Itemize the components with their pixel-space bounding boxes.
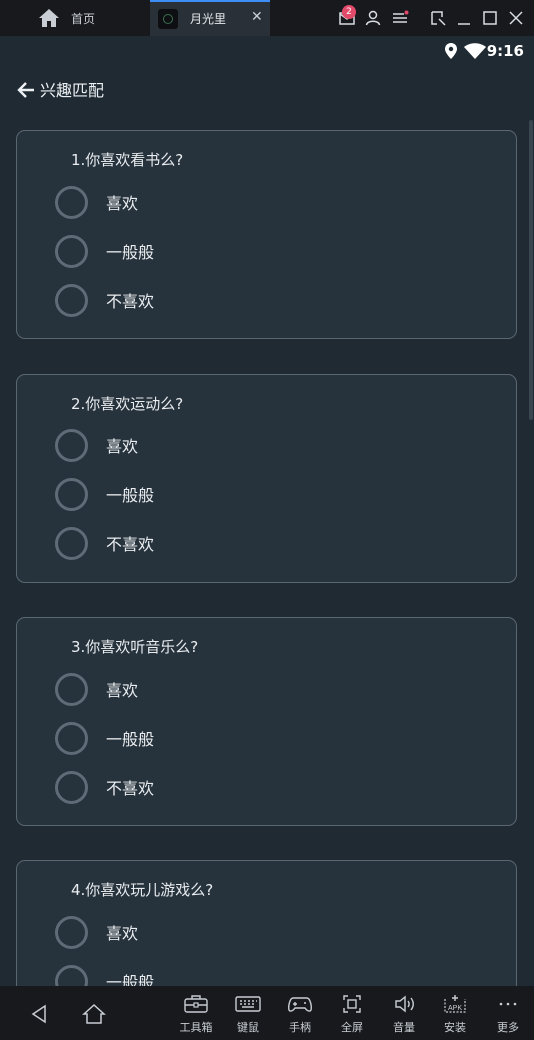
mail-badge: 2 [342,5,356,19]
page-title: 兴趣匹配 [40,81,105,100]
radio-button[interactable] [55,964,88,986]
more-label: 更多 [497,1021,519,1034]
location-icon [445,43,457,59]
option-label: 不喜欢 [106,292,155,311]
option-label: 喜欢 [106,681,139,700]
option-dislike[interactable]: 不喜欢 [55,769,455,805]
volume-button[interactable]: 音量 [382,994,426,1038]
gamepad-button[interactable]: 手柄 [278,994,322,1038]
fullscreen-button[interactable]: 全屏 [330,994,374,1038]
emulator-title-bar: 首页 月光里 ✕ 2 [0,0,534,36]
option-label: 喜欢 [106,924,139,943]
option-dislike[interactable]: 不喜欢 [55,525,455,561]
app-header: 兴趣匹配 [0,66,534,112]
nav-back-icon[interactable] [30,1004,48,1024]
emulator-toolbar: 工具箱 键鼠 手柄 全屏 音量 APK 安装 更多 [0,986,534,1040]
option-label: 一般般 [106,486,155,505]
option-label: 不喜欢 [106,779,155,798]
option-label: 喜欢 [106,437,139,456]
option-label: 一般般 [106,730,155,749]
radio-button[interactable] [55,477,88,511]
screenshot-icon[interactable] [429,9,447,27]
user-icon[interactable] [364,9,382,27]
more-icon [499,1002,517,1006]
question-card-4: 4.你喜欢玩儿游戏么? 喜欢 一般般 [16,860,517,986]
keyboard-label: 键鼠 [237,1021,259,1034]
option-label: 不喜欢 [106,535,155,554]
radio-button[interactable] [55,234,88,268]
apk-install-icon: APK [444,995,466,1013]
more-button[interactable]: 更多 [486,994,530,1038]
svg-text:APK: APK [448,1005,462,1012]
tab-app[interactable]: 月光里 ✕ [150,0,270,36]
gamepad-label: 手柄 [289,1021,311,1034]
gamepad-icon [288,997,312,1012]
question-card-3: 3.你喜欢听音乐么? 喜欢 一般般 不喜欢 [16,617,517,826]
volume-icon [395,995,414,1013]
radio-button[interactable] [55,915,88,949]
close-window-icon[interactable] [507,9,525,27]
menu-icon[interactable] [391,9,409,27]
home-icon [39,9,59,27]
option-like[interactable]: 喜欢 [55,914,455,950]
toolbox-icon [184,995,208,1013]
minimize-icon[interactable] [455,9,473,27]
back-arrow-icon[interactable] [16,80,36,100]
question-title: 3.你喜欢听音乐么? [71,638,199,656]
option-like[interactable]: 喜欢 [55,427,455,463]
radio-button[interactable] [55,770,88,804]
radio-button[interactable] [55,672,88,706]
option-label: 喜欢 [106,194,139,213]
question-card-1: 1.你喜欢看书么? 喜欢 一般般 不喜欢 [16,130,517,339]
tab-app-label: 月光里 [190,12,227,26]
volume-label: 音量 [393,1021,415,1034]
option-like[interactable]: 喜欢 [55,671,455,707]
status-bar: 9:16 [0,36,534,66]
option-neutral[interactable]: 一般般 [55,233,455,269]
option-label: 一般般 [106,973,155,986]
option-dislike[interactable]: 不喜欢 [55,282,455,318]
tab-home[interactable]: 首页 [0,0,150,36]
option-neutral[interactable]: 一般般 [55,720,455,756]
toolbox-button[interactable]: 工具箱 [174,994,218,1038]
tab-close-icon[interactable]: ✕ [251,9,263,25]
app-logo-icon [158,9,178,29]
option-like[interactable]: 喜欢 [55,184,455,220]
option-neutral[interactable]: 一般般 [55,476,455,512]
question-card-2: 2.你喜欢运动么? 喜欢 一般般 不喜欢 [16,374,517,583]
scrollbar-thumb[interactable] [529,120,533,420]
radio-button[interactable] [55,283,88,317]
radio-button[interactable] [55,185,88,219]
install-apk-button[interactable]: APK 安装 [433,994,477,1038]
option-label: 一般般 [106,243,155,262]
questions-list[interactable]: 1.你喜欢看书么? 喜欢 一般般 不喜欢 2.你喜欢运动么? 喜欢 一般般 不喜… [0,112,534,986]
keyboard-icon [235,996,261,1012]
question-title: 1.你喜欢看书么? [71,151,184,169]
radio-button[interactable] [55,428,88,462]
radio-button[interactable] [55,526,88,560]
option-neutral[interactable]: 一般般 [55,963,455,986]
fullscreen-icon [343,995,361,1013]
tab-home-label: 首页 [71,12,96,26]
keyboard-mouse-button[interactable]: 键鼠 [226,994,270,1038]
install-label: 安装 [444,1021,466,1034]
status-time: 9:16 [486,42,524,60]
question-title: 4.你喜欢玩儿游戏么? [71,881,214,899]
question-title: 2.你喜欢运动么? [71,395,184,413]
fullscreen-label: 全屏 [341,1021,363,1034]
nav-home-icon[interactable] [82,1003,106,1025]
toolbox-label: 工具箱 [179,1021,213,1034]
radio-button[interactable] [55,721,88,755]
wifi-icon [464,43,486,59]
maximize-icon[interactable] [481,9,499,27]
